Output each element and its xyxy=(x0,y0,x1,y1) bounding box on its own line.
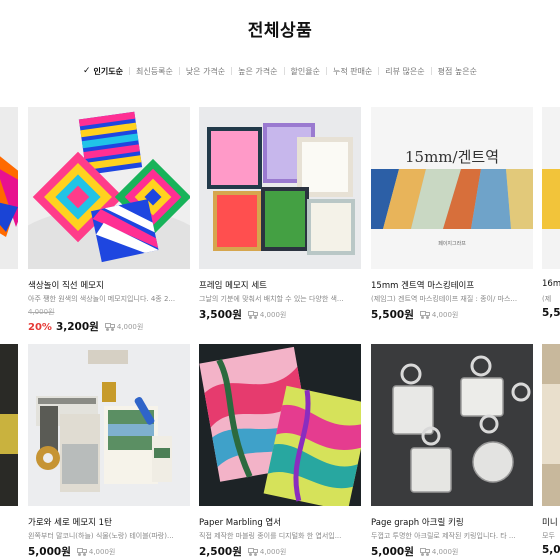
sort-reviews[interactable]: 리뷰 많은순 xyxy=(379,66,430,77)
shipping-fee: 4,000원 xyxy=(419,547,459,557)
sort-low-price[interactable]: 낮은 가격순 xyxy=(180,66,231,77)
product-card[interactable]: Page graph 아크릴 키링 두껍고 투명한 아크릴로 제작된 키링입니다… xyxy=(371,344,533,559)
product-name[interactable]: 색상놀이 직선 메모지 xyxy=(28,279,190,291)
product-description: 직접 제작한 마블링 종이를 디지털화 한 엽서입... xyxy=(199,532,342,540)
product-image xyxy=(199,107,361,269)
product-price: 5,500원 xyxy=(371,309,414,321)
product-name[interactable]: 15mm 겐트역 마스킹테이프 xyxy=(371,279,533,291)
product-card[interactable] xyxy=(0,107,18,269)
shipping-fee: 4,000원 xyxy=(104,322,144,332)
product-image xyxy=(0,107,18,269)
product-image xyxy=(28,107,190,269)
product-price: 3,500원 xyxy=(199,309,242,321)
price-row: 2,500원 4,000원 xyxy=(199,544,361,559)
shipping-fee: 4,000원 xyxy=(247,547,287,557)
product-card[interactable]: 프레임 메모지 세트 그날의 기분에 맞춰서 배치할 수 있는 다양한 색...… xyxy=(199,107,361,322)
product-price: 5,0 xyxy=(542,544,560,556)
product-name[interactable]: Page graph 아크릴 키링 xyxy=(371,516,533,528)
product-card[interactable]: 15mm/겐트역 페이지그라프 15mm 겐트역 마스킹테이프 (제임그) 겐트… xyxy=(371,107,533,322)
price-row: 5,500원 4,000원 xyxy=(371,307,533,322)
price-row: 5,000원 4,000원 xyxy=(28,544,190,559)
product-image xyxy=(28,344,190,506)
price-row: 5,5 xyxy=(542,307,560,319)
original-price: 4,000원 xyxy=(28,308,55,316)
truck-icon xyxy=(76,548,87,556)
product-grid: 색상놀이 직선 메모지 아주 쨍한 원색의 색상놀이 메모지입니다. 4종 2.… xyxy=(0,107,560,560)
product-image xyxy=(371,344,533,506)
product-card[interactable] xyxy=(0,344,18,506)
sort-rating[interactable]: 평점 높은순 xyxy=(432,66,483,77)
product-name[interactable]: 프레임 메모지 세트 xyxy=(199,279,361,291)
sort-label: 높은 가격순 xyxy=(238,66,278,76)
product-card[interactable]: 가로와 세로 메모지 1탄 왼쪽부터 말코니(하늘) 식물(노랑) 테이블(파랑… xyxy=(28,344,190,559)
sort-label: 인기도순 xyxy=(93,66,123,76)
shipping-value: 4,000원 xyxy=(116,322,144,331)
price-row: 20% 3,200원 4,000원 xyxy=(28,319,190,334)
shipping-fee: 4,000원 xyxy=(247,310,287,320)
product-description: 그날의 기분에 맞춰서 배치할 수 있는 다양한 색... xyxy=(199,295,344,303)
shipping-value: 4,000원 xyxy=(88,547,116,556)
product-image: 15mm/겐트역 페이지그라프 xyxy=(371,107,533,269)
product-price: 5,000원 xyxy=(28,546,71,558)
product-description: 왼쪽부터 말코니(하늘) 식물(노랑) 테이블(파랑)... xyxy=(28,532,174,540)
sort-label: 할인율순 xyxy=(290,66,320,76)
sort-popular[interactable]: ✓ 인기도순 xyxy=(77,66,129,77)
sort-bar: ✓ 인기도순 최신등록순 낮은 가격순 높은 가격순 할인율순 누적 판매순 리… xyxy=(0,63,560,79)
shipping-value: 4,000원 xyxy=(259,310,287,319)
product-price: 2,500원 xyxy=(199,546,242,558)
product-description: 두껍고 투명한 아크릴로 제작된 키링입니다. 타 ... xyxy=(371,532,516,540)
shipping-fee: 4,000원 xyxy=(76,547,116,557)
sort-label: 최신등록순 xyxy=(136,66,173,76)
product-price: 5,5 xyxy=(542,307,560,319)
product-card[interactable]: 색상놀이 직선 메모지 아주 쨍한 원색의 색상놀이 메모지입니다. 4종 2.… xyxy=(28,107,190,334)
truck-icon xyxy=(104,323,115,331)
sort-label: 평점 높은순 xyxy=(437,66,477,76)
product-image xyxy=(199,344,361,506)
product-price: 5,000원 xyxy=(371,546,414,558)
product-image xyxy=(542,107,560,269)
shipping-value: 4,000원 xyxy=(431,547,459,556)
page-title: 전체상품 xyxy=(247,21,313,41)
product-description: 아주 쨍한 원색의 색상놀이 메모지입니다. 4종 2... xyxy=(28,295,176,303)
shipping-value: 4,000원 xyxy=(259,547,287,556)
price-row: 3,500원 4,000원 xyxy=(199,307,361,322)
product-card[interactable]: 16m (제 5,5 xyxy=(542,107,560,319)
product-price: 3,200원 xyxy=(55,321,99,333)
product-name[interactable]: 16m xyxy=(542,279,560,291)
truck-icon xyxy=(247,311,258,319)
product-description: 모두 xyxy=(542,532,555,540)
truck-icon xyxy=(419,548,430,556)
product-image xyxy=(542,344,560,506)
sort-label: 낮은 가격순 xyxy=(185,66,226,76)
product-name[interactable]: 가로와 세로 메모지 1탄 xyxy=(28,516,190,528)
shipping-value: 4,000원 xyxy=(431,310,459,319)
sort-label: 리뷰 많은순 xyxy=(385,66,425,76)
tape-title-text: 15mm/겐트역 xyxy=(405,148,499,166)
sort-high-price[interactable]: 높은 가격순 xyxy=(232,66,283,77)
shipping-fee: 4,000원 xyxy=(419,310,459,320)
product-name[interactable]: Paper Marbling 엽서 xyxy=(199,516,361,528)
product-card[interactable]: 미니 모두 5,0 xyxy=(542,344,560,556)
product-description: (제임그) 겐트역 마스킹테이프 재질 : 종이/ 마스... xyxy=(371,295,518,303)
truck-icon xyxy=(419,311,430,319)
product-image xyxy=(0,344,18,506)
sort-discount[interactable]: 할인율순 xyxy=(285,66,326,77)
tape-caption-text: 페이지그라프 xyxy=(438,240,466,247)
sort-newest[interactable]: 최신등록순 xyxy=(130,66,179,77)
product-description: (제 xyxy=(542,295,552,303)
truck-icon xyxy=(247,548,258,556)
product-name[interactable]: 미니 xyxy=(542,516,560,528)
sort-sales[interactable]: 누적 판매순 xyxy=(327,66,378,77)
price-row: 5,000원 4,000원 xyxy=(371,544,533,559)
sort-label: 누적 판매순 xyxy=(332,66,373,76)
check-icon: ✓ xyxy=(83,66,91,76)
product-card[interactable]: Paper Marbling 엽서 직접 제작한 마블링 종이를 디지털화 한 … xyxy=(199,344,361,559)
discount-rate: 20% xyxy=(28,322,52,333)
price-row: 5,0 xyxy=(542,544,560,556)
